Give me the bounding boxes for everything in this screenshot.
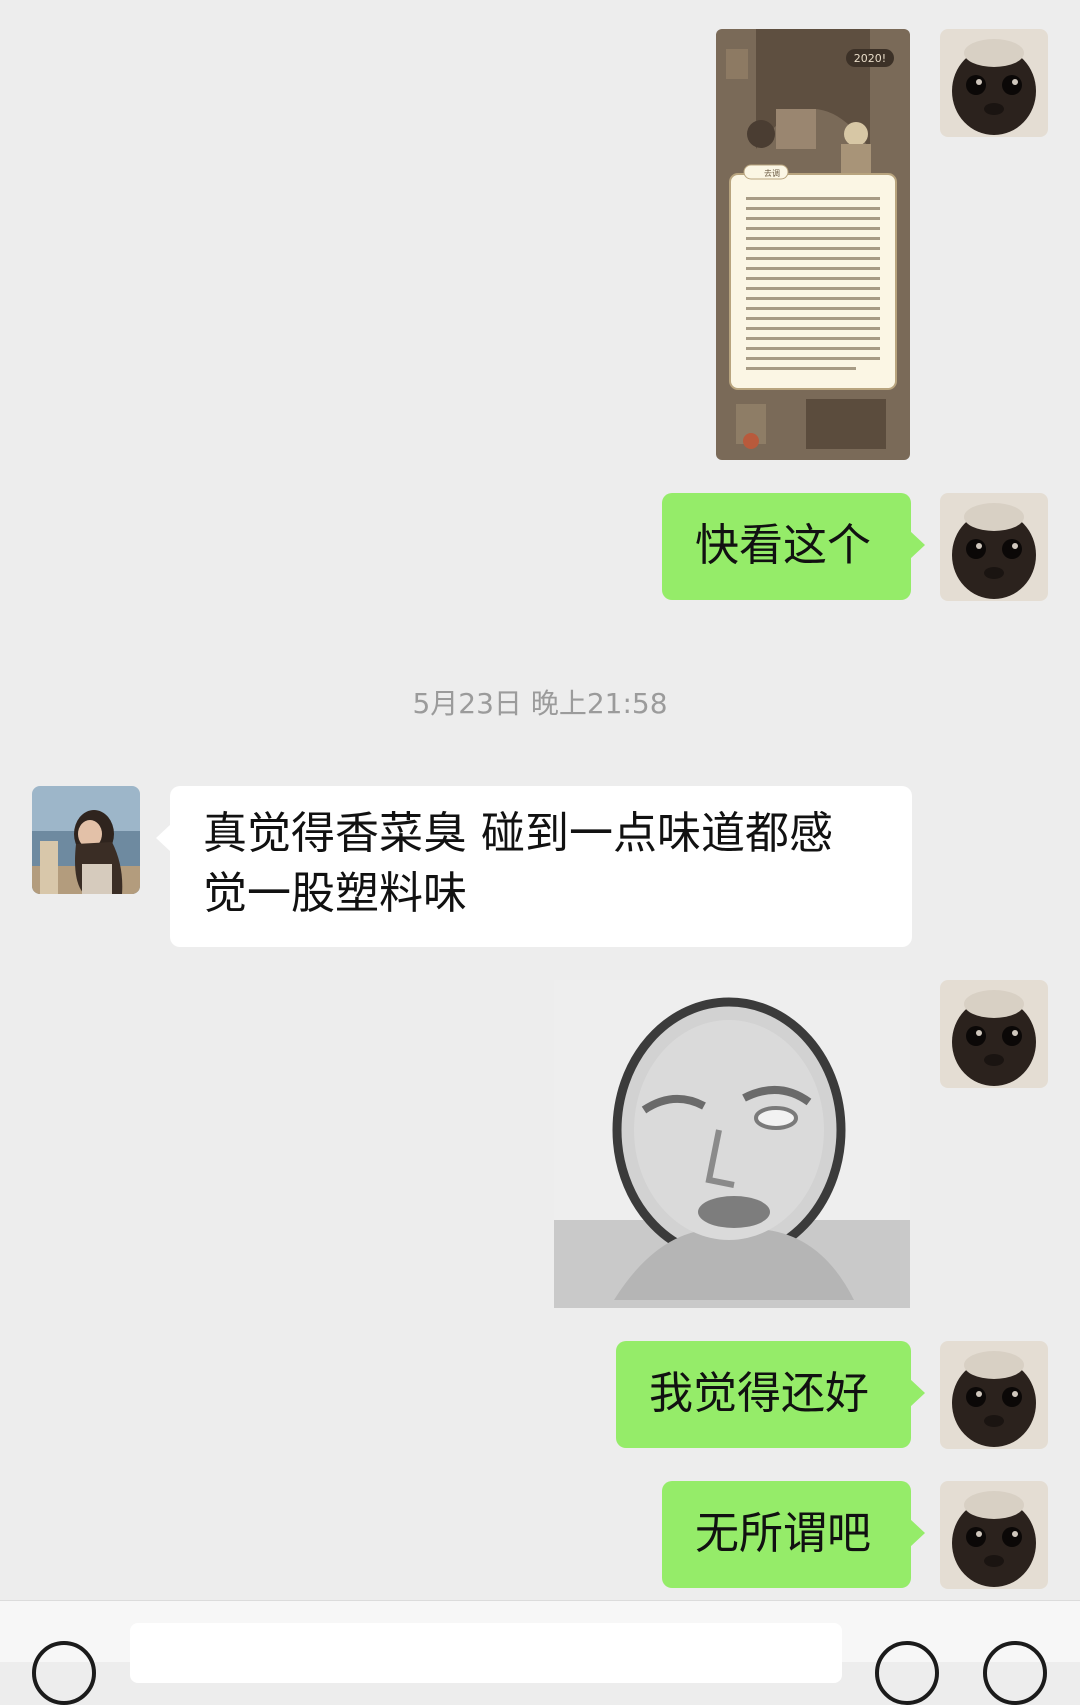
- black-cat-avatar-icon: [940, 980, 1048, 1088]
- avatar-self[interactable]: [940, 980, 1048, 1088]
- emoji-icon[interactable]: [875, 1641, 939, 1705]
- avatar-self[interactable]: [940, 29, 1048, 137]
- image-message-game-screenshot[interactable]: 2020! 去调: [716, 29, 910, 460]
- chat-timestamp: 5月23日 晚上21:58: [412, 687, 668, 720]
- avatar-self[interactable]: [940, 1341, 1048, 1449]
- black-cat-avatar-icon: [940, 29, 1048, 137]
- black-cat-avatar-icon: [940, 1341, 1048, 1449]
- avatar-contact[interactable]: [32, 786, 140, 894]
- black-cat-avatar-icon: [940, 1481, 1048, 1589]
- woman-seaside-avatar-icon: [32, 786, 140, 894]
- svg-text:去调: 去调: [764, 168, 780, 178]
- message-bubble-self[interactable]: 我觉得还好: [616, 1341, 925, 1448]
- message-text: 无所谓吧: [695, 1508, 871, 1559]
- image-message-meme[interactable]: [554, 980, 910, 1308]
- game-notice-screenshot-icon: 2020! 去调: [716, 29, 910, 460]
- message-bubble-self[interactable]: 快看这个: [662, 493, 925, 600]
- message-text: 快看这个: [695, 520, 871, 571]
- message-bubble-self[interactable]: 无所谓吧: [662, 1481, 925, 1588]
- message-text: 我觉得还好: [649, 1368, 869, 1419]
- chat-input-bar: [0, 1600, 1080, 1705]
- plus-icon[interactable]: [983, 1641, 1047, 1705]
- avatar-self[interactable]: [940, 493, 1048, 601]
- voice-icon[interactable]: [32, 1641, 96, 1705]
- message-text-line-1: 真觉得香菜臭 碰到一点味道都感: [203, 808, 833, 859]
- message-text-line-2: 觉一股塑料味: [203, 868, 467, 919]
- black-cat-avatar-icon: [940, 493, 1048, 601]
- message-input[interactable]: [130, 1623, 842, 1683]
- avatar-self[interactable]: [940, 1481, 1048, 1589]
- svg-text:2020!: 2020!: [854, 52, 886, 65]
- rolling-eyes-meme-icon: [554, 980, 910, 1308]
- message-bubble-contact[interactable]: 真觉得香菜臭 碰到一点味道都感 觉一股塑料味: [156, 786, 912, 947]
